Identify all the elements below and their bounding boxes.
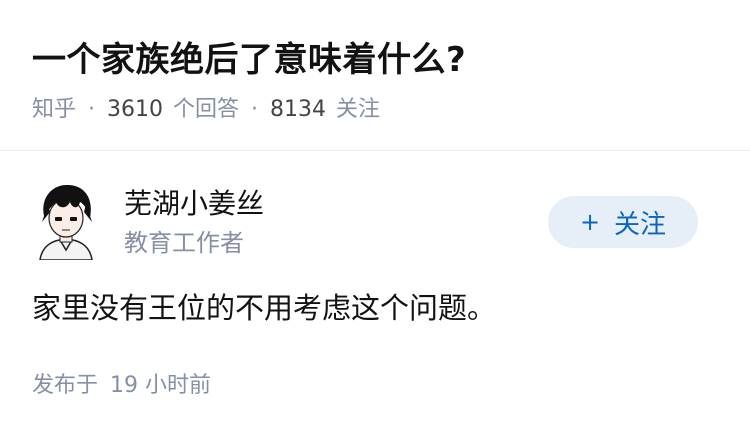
meta-separator: · bbox=[88, 97, 96, 122]
published-unit: 小时前 bbox=[145, 373, 212, 398]
published-num: 19 bbox=[110, 373, 139, 398]
avatar-icon bbox=[39, 184, 93, 261]
plus-icon: + bbox=[579, 208, 601, 236]
answer-content[interactable]: 家里没有王位的不用考虑这个问题。 bbox=[32, 286, 496, 330]
meta-separator: · bbox=[251, 97, 259, 122]
follow-label: 关注 bbox=[614, 209, 667, 240]
answers-count: 3610 bbox=[107, 97, 164, 122]
followers-count: 8134 bbox=[270, 97, 327, 122]
author-name[interactable]: 芜湖小姜丝 bbox=[124, 184, 264, 224]
question-title[interactable]: 一个家族绝后了意味着什么? bbox=[32, 36, 466, 84]
avatar[interactable] bbox=[32, 182, 100, 261]
answers-label[interactable]: 个回答 bbox=[173, 94, 239, 126]
follow-button[interactable]: + 关注 bbox=[548, 196, 698, 248]
followers-label: 关注 bbox=[336, 97, 381, 122]
published-label: 发布于 bbox=[32, 373, 99, 398]
divider bbox=[0, 150, 750, 151]
author-bio: 教育工作者 bbox=[124, 229, 244, 257]
published-time: 发布于 19 小时前 bbox=[32, 370, 211, 402]
question-meta: 知乎 · 3610 个回答 · 8134 关注 bbox=[32, 94, 380, 126]
source-label[interactable]: 知乎 bbox=[32, 94, 76, 126]
